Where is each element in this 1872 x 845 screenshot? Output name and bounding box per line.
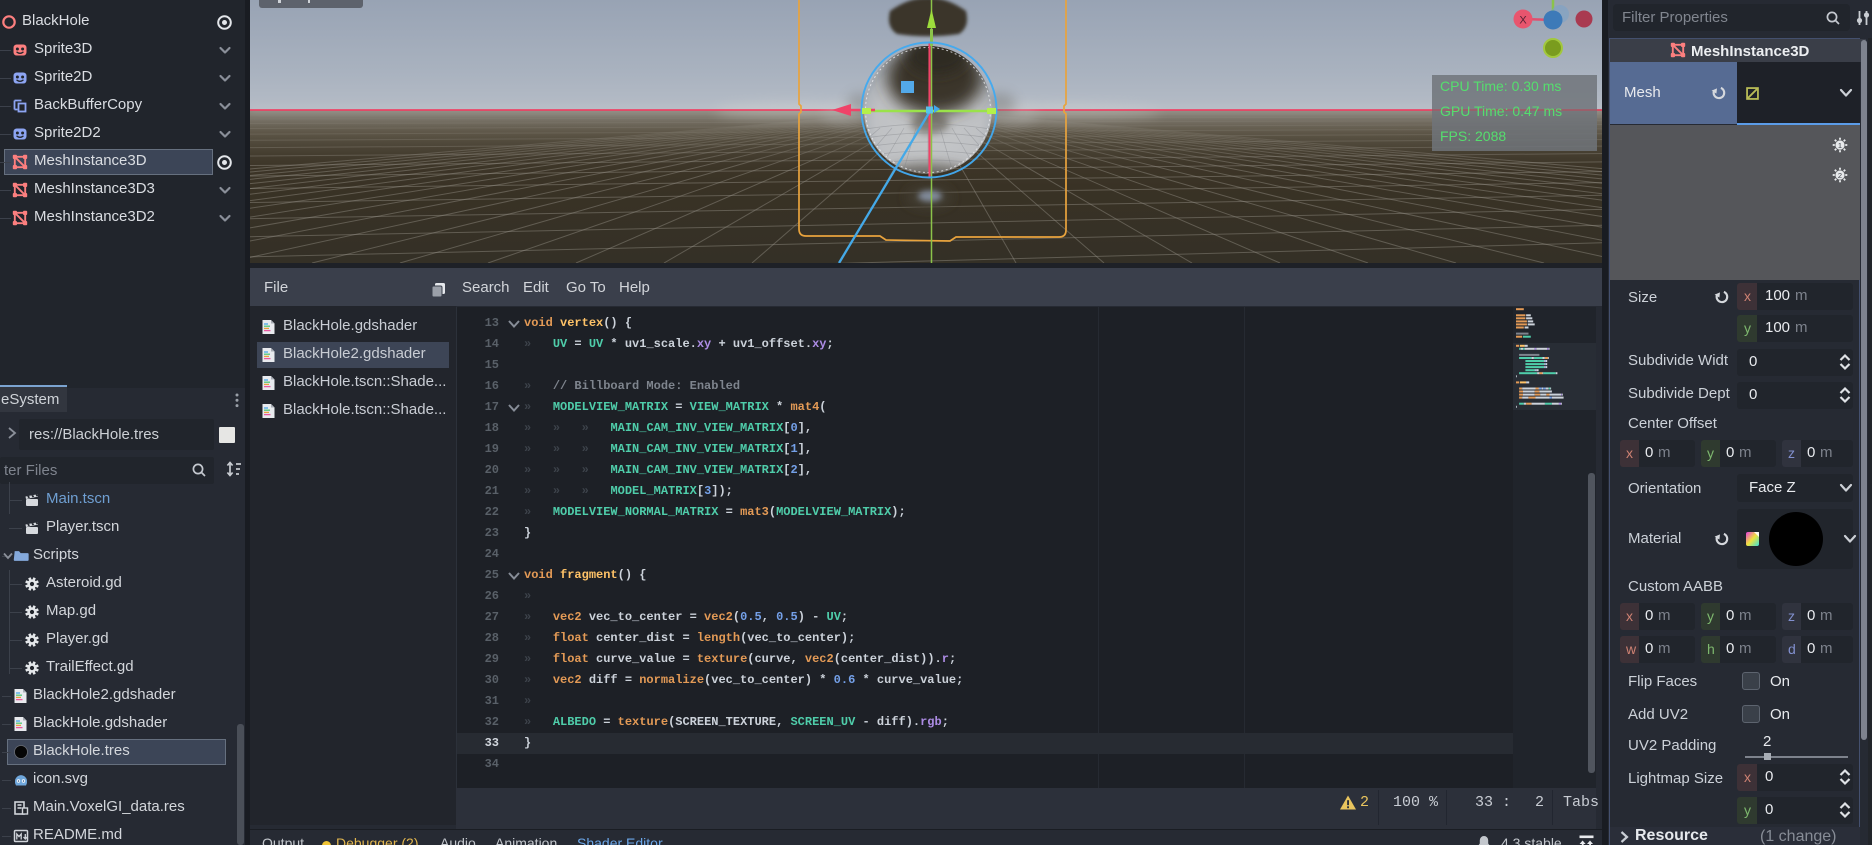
- svg-text:CPU Time: 0.30 ms: CPU Time: 0.30 ms: [1440, 78, 1561, 94]
- svg-text:1: 1: [1838, 141, 1842, 150]
- svg-text:FPS: 2088: FPS: 2088: [1440, 128, 1506, 144]
- svg-text:2: 2: [1838, 171, 1842, 180]
- svg-text:X: X: [1519, 15, 1527, 27]
- svg-text:GPU Time: 0.47 ms: GPU Time: 0.47 ms: [1440, 103, 1562, 119]
